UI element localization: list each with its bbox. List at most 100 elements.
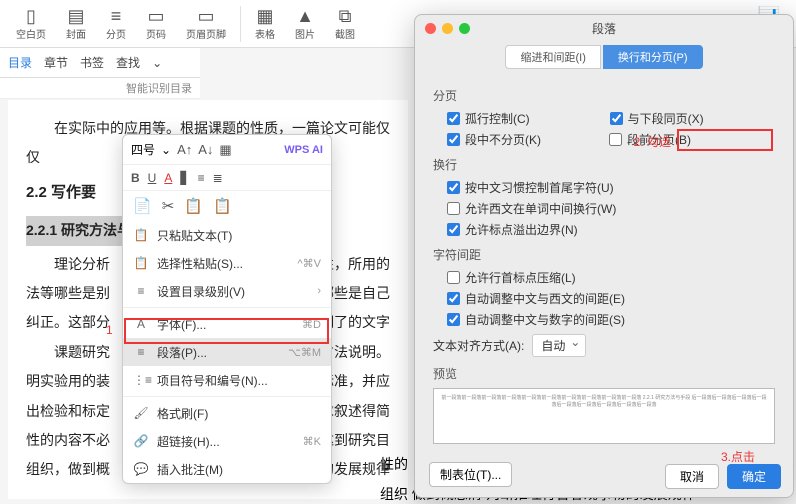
side-tabs: 目录 章节 书签 查找 ⌄ [0,48,200,78]
para[interactable]: 出检验和标定 [26,397,110,426]
check-cjk-num-space[interactable]: 自动调整中文与数字的间距(S) [447,311,625,328]
ribbon-crop[interactable]: ⧉截图 [329,4,361,43]
ctx-paste-special[interactable]: 📋选择性粘贴(S)...^⌘V [123,249,331,277]
para[interactable]: 明实验用的装 [26,367,110,396]
ctx-insert-comment[interactable]: 💬插入批注(M) [123,455,331,483]
para[interactable]: 性的 [380,454,408,474]
ribbon-header[interactable]: ▭页眉页脚 [180,4,232,43]
para[interactable]: 性的内容不必 [26,426,110,455]
dialog-title: 段落 [415,20,793,37]
shrink-font-icon[interactable]: A↓ [198,142,213,157]
wps-ai-button[interactable]: WPS AI [284,144,323,156]
check-keep-together[interactable]: 段中不分页(K) [447,131,541,148]
para[interactable]: 理论分析 [26,250,110,279]
ribbon-pagenum[interactable]: ▭页码 [140,4,172,43]
annotation-2: 2. 勾选 [634,133,671,150]
highlight-color-icon[interactable]: ▋ [180,171,189,185]
underline-icon[interactable]: U [148,171,157,185]
tab-bookmark[interactable]: 书签 [80,54,104,71]
ctx-paste-text[interactable]: 📋只粘贴文本(T) [123,221,331,249]
header-icon: ▭ [197,6,214,26]
tabstop-button[interactable]: 制表位(T)... [429,462,512,487]
bold-icon[interactable]: B [131,171,140,185]
ribbon-blank-page[interactable]: ▯空白页 [10,4,52,43]
clipboard-icons: 📄 ✂ 📋 📋 [123,191,331,221]
paragraph-dialog: 段落 缩进和间距(I) 换行和分页(P) 分页 孤行控制(C) 与下段同页(X)… [414,14,794,498]
ctx-outline-level[interactable]: ≡设置目录级别(V)› [123,277,331,305]
paste-special-icon: 📋 [133,256,149,270]
list-icon[interactable]: ≡ [198,171,205,185]
check-punct-overflow[interactable]: 允许标点溢出边界(N) [447,221,578,238]
pagenum-icon: ▭ [147,6,164,26]
comment-icon: 💬 [133,462,149,476]
link-icon: 🔗 [133,434,149,448]
cover-icon: ▤ [67,6,84,26]
grow-font-icon[interactable]: A↑ [177,142,192,157]
check-orphan[interactable]: 孤行控制(C) [447,110,530,127]
align-icon[interactable]: ≣ [213,171,223,185]
brush-icon: 🖌 [133,406,149,420]
annotation-1: 1 [106,323,113,337]
bullets-icon: ⋮≡ [133,373,149,387]
check-latin-break[interactable]: 允许西文在单词中间换行(W) [447,200,616,217]
ribbon-break[interactable]: ≡分页 [100,4,132,43]
check-keep-next[interactable]: 与下段同页(X) [610,110,704,127]
separator [123,307,331,308]
para[interactable]: 课题研究 [26,338,110,367]
preview-box: 前一段落前一段落前一段落前一段落前一段落前一段落前一段落前一段落前一段落前一段落… [433,388,775,444]
page-icon: ▯ [26,6,36,26]
tab-chapter[interactable]: 章节 [44,54,68,71]
check-cjk-linebreak[interactable]: 按中文习惯控制首尾字符(U) [447,179,614,196]
image-icon: ▲ [296,6,314,26]
ribbon-image[interactable]: ▲图片 [289,4,321,43]
dialog-titlebar: 段落 [415,15,793,41]
ribbon-cover[interactable]: ▤封面 [60,4,92,43]
smart-toc[interactable]: 智能识别目录 [0,78,200,99]
tab-toc[interactable]: 目录 [8,54,32,71]
paragraph-icon: ≡ [133,345,149,359]
paste-special-icon[interactable]: 📋 [213,197,232,215]
tab-indent[interactable]: 缩进和间距(I) [505,45,600,69]
context-menu: 四号⌄ A↑ A↓ ▦ WPS AI B U A ▋ ≡ ≣ 📄 ✂ 📋 📋 📋… [122,134,332,484]
para[interactable]: 法等哪些是别 [26,279,110,308]
dialog-tabs: 缩进和间距(I) 换行和分页(P) [415,45,793,69]
mini-toolbar-2: B U A ▋ ≡ ≣ [123,165,331,191]
para[interactable]: 组织，做到概 [26,455,110,484]
align-select[interactable]: 自动 [532,334,586,357]
highlight-icon[interactable]: ▦ [219,142,231,158]
separator [123,396,331,397]
paste-text-icon: 📋 [133,228,149,242]
ribbon-table[interactable]: ▦表格 [249,4,281,43]
font-color-icon[interactable]: A [164,171,172,185]
mini-toolbar: 四号⌄ A↑ A↓ ▦ WPS AI [123,135,331,165]
ctx-format-painter[interactable]: 🖌格式刷(F) [123,399,331,427]
section-wrap: 换行 [433,156,775,173]
ctx-paragraph[interactable]: ≡段落(P)...⌥⌘M [123,338,331,366]
ok-button[interactable]: 确定 [727,464,781,489]
font-icon: A [133,317,149,331]
ctx-bullets[interactable]: ⋮≡项目符号和编号(N)... [123,366,331,394]
chevron-down-icon[interactable]: ⌄ [152,56,162,70]
align-label: 文本对齐方式(A): [433,337,524,354]
dialog-footer: 取消 确定 [665,464,781,489]
cut-icon[interactable]: ✂ [162,197,175,215]
break-icon: ≡ [111,6,122,26]
cancel-button[interactable]: 取消 [665,464,719,489]
dialog-body: 分页 孤行控制(C) 与下段同页(X) 段中不分页(K) 段前分页(B) 换行 … [415,69,793,454]
check-compress-punct[interactable]: 允许行首标点压缩(L) [447,269,576,286]
tab-find[interactable]: 查找 [116,54,140,71]
annotation-3: 3.点击 [721,448,755,465]
section-spacing: 字符间距 [433,246,775,263]
para[interactable]: 纠正。这部分 [26,308,110,337]
font-size-select[interactable]: 四号 [131,141,155,158]
ctx-font[interactable]: A字体(F)...⌘D [123,310,331,338]
ctx-hyperlink[interactable]: 🔗超链接(H)...⌘K [123,427,331,455]
crop-icon: ⧉ [339,6,352,26]
check-cjk-latin-space[interactable]: 自动调整中文与西文的间距(E) [447,290,625,307]
separator [240,6,241,42]
paste-icon[interactable]: 📋 [184,197,203,215]
section-preview: 预览 [433,365,775,382]
section-pagination: 分页 [433,87,775,104]
tab-pagination[interactable]: 换行和分页(P) [603,45,703,69]
copy-icon[interactable]: 📄 [133,197,152,215]
